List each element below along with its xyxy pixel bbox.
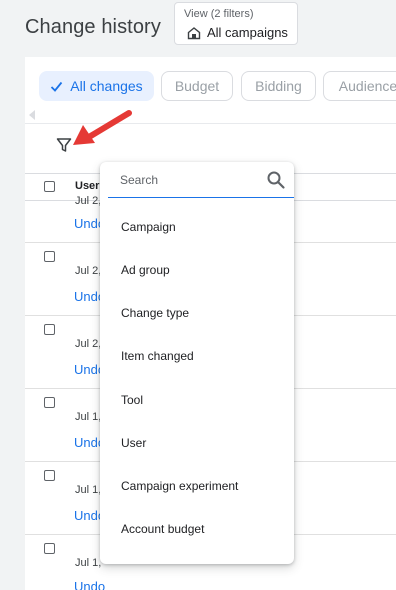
dropdown-search (108, 162, 294, 198)
view-selector[interactable]: View (2 filters) All campaigns (174, 2, 298, 45)
menu-item-ad-group[interactable]: Ad group (100, 252, 294, 288)
row-date: Jul 2, (75, 338, 102, 350)
menu-item-user[interactable]: User (100, 425, 294, 461)
menu-item-item-changed[interactable]: Item changed (100, 338, 294, 374)
chip-label: Audience (338, 78, 396, 94)
search-input[interactable] (120, 171, 260, 189)
chip-label: Budget (174, 78, 220, 94)
row-date: Jul 2, (75, 195, 102, 207)
chip-bidding[interactable]: Bidding (241, 71, 316, 101)
menu-item-tool[interactable]: Tool (100, 382, 294, 418)
row-checkbox[interactable] (44, 470, 55, 481)
chip-audience[interactable]: Audience (323, 71, 396, 101)
row-date: Jul 1, (75, 411, 102, 423)
undo-link[interactable]: Undo (74, 579, 105, 590)
row-checkbox[interactable] (44, 324, 55, 335)
menu-item-campaign-experiment[interactable]: Campaign experiment (100, 468, 294, 504)
menu-item-campaign[interactable]: Campaign (100, 209, 294, 245)
row-date: Jul 1, (75, 484, 102, 496)
annotation-arrow-icon (73, 110, 132, 145)
row-date: Jul 1, (75, 557, 102, 569)
check-icon (50, 80, 63, 93)
chip-label: All changes (70, 78, 143, 94)
filter-icon[interactable] (56, 137, 72, 153)
chip-label: Bidding (255, 78, 302, 94)
view-selector-value: All campaigns (207, 25, 288, 40)
campaigns-icon (187, 27, 201, 40)
chip-budget[interactable]: Budget (161, 71, 233, 101)
row-checkbox[interactable] (44, 251, 55, 262)
top-bar: Change history View (2 filters) All camp… (0, 0, 396, 57)
row-checkbox[interactable] (44, 397, 55, 408)
chip-all-changes[interactable]: All changes (39, 71, 154, 101)
filter-dropdown-menu: Campaign Ad group Change type Item chang… (100, 162, 294, 564)
menu-item-account-budget[interactable]: Account budget (100, 511, 294, 547)
search-icon[interactable] (266, 170, 286, 190)
row-checkbox[interactable] (44, 543, 55, 554)
row-date: Jul 2, (75, 265, 102, 277)
menu-item-change-type[interactable]: Change type (100, 295, 294, 331)
page-title: Change history (25, 16, 161, 38)
scroll-left-icon[interactable] (29, 110, 35, 120)
view-selector-label: View (2 filters) (184, 8, 254, 20)
